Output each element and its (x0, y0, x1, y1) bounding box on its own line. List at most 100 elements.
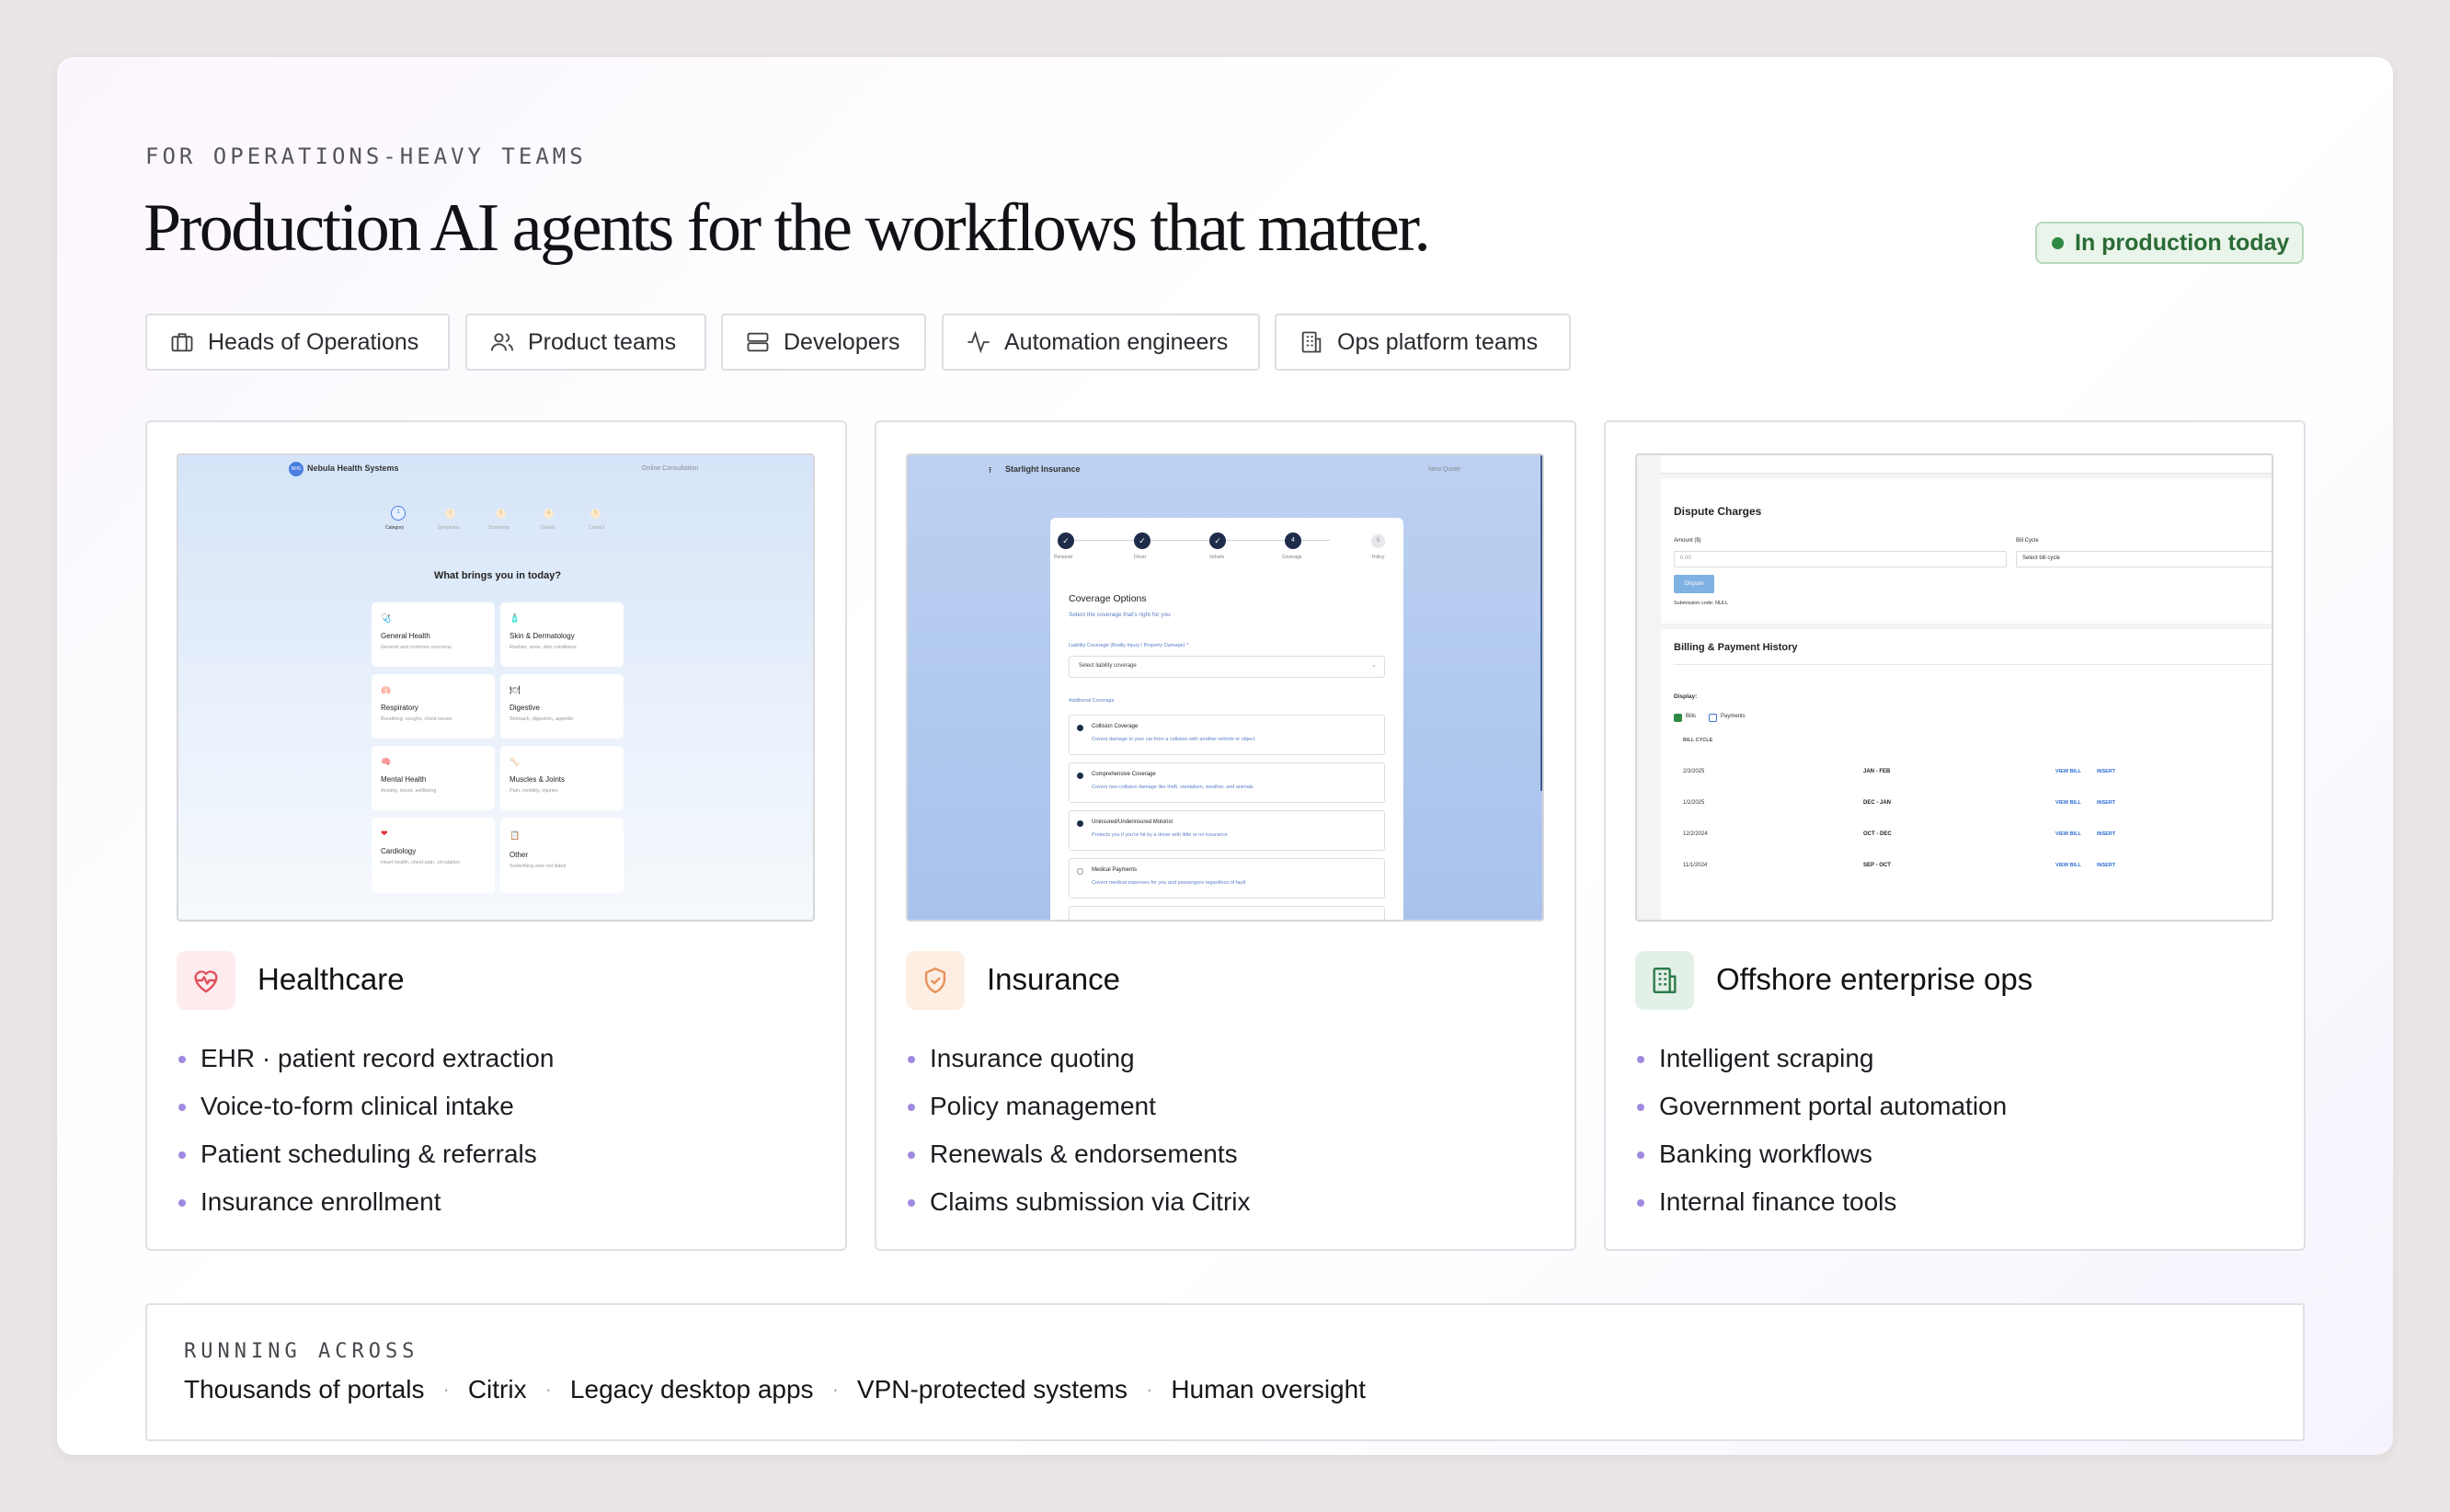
page-title: Production AI agents for the workflows t… (143, 190, 1431, 266)
card-title: Offshore enterprise ops (1716, 962, 2033, 996)
step-label: Coverage (1282, 555, 1302, 560)
row-date: 12/2/2024 (1683, 831, 1708, 837)
coverage-option[interactable]: Uninsured/Underinsured Motorist Protects… (1069, 810, 1385, 851)
payments-checkbox[interactable] (1709, 714, 1717, 722)
audience-chip-product-teams[interactable]: Product teams (465, 314, 706, 371)
option-tile[interactable]: 🩺 General Health General and common conc… (372, 602, 495, 667)
running-across-label: RUNNING ACROSS (184, 1340, 419, 1363)
check-icon: ✓ (1058, 533, 1074, 549)
step-circle: 1 (391, 506, 406, 521)
step-label: Details (541, 525, 555, 531)
insert-link[interactable]: INSERT (2097, 831, 2115, 837)
billing-history-panel: Billing & Payment History Display: Bills… (1661, 629, 2272, 920)
dispute-button[interactable]: Dispute (1674, 575, 1714, 593)
coverage-option[interactable]: Medical Payments Covers medical expenses… (1069, 858, 1385, 899)
card-offshore-enterprise-ops[interactable]: Dispute Charges Amount ($) 0.00 Bill Cyc… (1604, 420, 2306, 1251)
list-item: Intelligent scraping (1637, 1039, 2007, 1087)
step-circle: 4 (1285, 533, 1301, 549)
status-badge-label: In production today (2075, 229, 2290, 256)
option-title: Digestive (509, 704, 540, 712)
option-tile[interactable]: ❤ Cardiology Heart health, chest pain, c… (372, 818, 495, 893)
office-building-icon (1653, 968, 1677, 993)
option-tile[interactable]: 🫁 Respiratory Breathing, coughs, chest i… (372, 674, 495, 739)
view-bill-link[interactable]: VIEW BILL (2055, 769, 2081, 774)
display-label: Display: (1674, 693, 1698, 700)
checkbox-checked[interactable] (1077, 773, 1083, 779)
coverage-option[interactable]: Comprehensive Coverage Covers non-collis… (1069, 762, 1385, 803)
checkbox-unchecked[interactable] (1077, 868, 1083, 875)
checkbox-checked[interactable] (1077, 725, 1083, 731)
separator: · (544, 1378, 552, 1401)
audience-chip-label: Heads of Operations (208, 328, 419, 355)
offshore-screenshot: Dispute Charges Amount ($) 0.00 Bill Cyc… (1635, 453, 2273, 922)
continue-button[interactable] (561, 920, 616, 922)
option-tile[interactable]: 🧠 Mental Health Anxiety, mood, wellbeing (372, 746, 495, 810)
option-desc: Heart health, chest pain, circulation (381, 860, 460, 865)
scrollbar[interactable] (1540, 455, 1542, 791)
option-title: Other (509, 851, 529, 859)
brand-logo: NHS (289, 462, 303, 476)
liability-select[interactable]: Select liability coverage ⌄ (1069, 656, 1385, 678)
option-tile[interactable]: 📋 Other Something else not listed (500, 818, 624, 893)
card-insurance[interactable]: ⭱ Starlight Insurance New Quote ✓ ✓ ✓ 4 … (875, 420, 1576, 1251)
card-healthcare[interactable]: NHS Nebula Health Systems Online Consult… (145, 420, 847, 1251)
table-row: 12/2/2024 OCT - DEC VIEW BILL INSERT (1674, 819, 2272, 850)
view-bill-link[interactable]: VIEW BILL (2055, 800, 2081, 806)
option-title: Comprehensive Coverage (1092, 772, 1156, 777)
checkbox-checked[interactable] (1077, 820, 1083, 827)
insert-link[interactable]: INSERT (2097, 800, 2115, 806)
option-desc: Covers damage to your car from a collisi… (1092, 737, 1255, 742)
building-icon (1301, 331, 1322, 353)
option-desc: Breathing, coughs, chest issues (381, 716, 452, 722)
food-icon: 🍽 (509, 685, 521, 694)
nav-link[interactable]: New Quote (1428, 466, 1460, 473)
list-item: Insurance quoting (908, 1039, 1251, 1087)
amount-input[interactable]: 0.00 (1674, 551, 2007, 567)
upload-icon: ⭱ (989, 465, 992, 475)
option-desc: Rashes, acne, skin conditions (509, 645, 577, 650)
audience-chip-ops-platform-teams[interactable]: Ops platform teams (1275, 314, 1571, 371)
nav-link[interactable]: Online Consultation (642, 465, 698, 472)
column-header: BILL CYCLE (1683, 738, 1713, 743)
option-tile[interactable]: 🦴 Muscles & Joints Pain, mobility, injur… (500, 746, 624, 810)
capability-list: Insurance quoting Policy management Rene… (908, 1039, 1251, 1231)
healthcare-icon-tile (177, 951, 235, 1010)
bills-checkbox[interactable] (1674, 714, 1682, 722)
view-bill-link[interactable]: VIEW BILL (2055, 831, 2081, 837)
offshore-icon-tile (1635, 951, 1694, 1010)
amount-placeholder: 0.00 (1680, 556, 1691, 561)
row-date: 11/1/2024 (1683, 863, 1708, 868)
cycle-select[interactable]: Select bill cycle (2016, 551, 2272, 567)
option-tile[interactable]: 🍽 Digestive Stomach, digestion, appetite (500, 674, 624, 739)
platform-item: Thousands of portals (184, 1375, 425, 1403)
option-tile[interactable]: 🧴 Skin & Dermatology Rashes, acne, skin … (500, 602, 624, 667)
insert-link[interactable]: INSERT (2097, 863, 2115, 868)
step-circle: 5 (590, 509, 601, 519)
option-desc: Stomach, digestion, appetite (509, 716, 574, 722)
platform-item: VPN-protected systems (856, 1375, 1128, 1403)
step-label: Driver (1134, 555, 1147, 560)
list-item: Claims submission via Citrix (908, 1183, 1251, 1231)
option-title: Respiratory (381, 704, 418, 712)
audience-chip-automation-engineers[interactable]: Automation engineers (942, 314, 1260, 371)
server-icon (747, 332, 769, 352)
step-label: Symptoms (438, 525, 460, 531)
chevron-down-icon: ⌄ (1371, 662, 1377, 669)
step-label: Personal (1054, 555, 1072, 560)
insert-link[interactable]: INSERT (2097, 769, 2115, 774)
step-circle: 3 (496, 509, 506, 519)
coverage-option[interactable] (1069, 906, 1385, 920)
brand-name: Nebula Health Systems (307, 464, 399, 473)
list-item: Renewals & endorsements (908, 1135, 1251, 1183)
divider (1674, 664, 2272, 665)
platform-list: Thousands of portals · Citrix · Legacy d… (184, 1375, 1366, 1404)
lungs-icon: 🫁 (381, 685, 392, 694)
row-date: 2/3/2025 (1683, 769, 1705, 774)
audience-chip-developers[interactable]: Developers (721, 314, 926, 371)
list-item: Banking workflows (1637, 1135, 2007, 1183)
view-bill-link[interactable]: VIEW BILL (2055, 863, 2081, 868)
coverage-option[interactable]: Collision Coverage Covers damage to your… (1069, 715, 1385, 755)
audience-chip-heads-of-operations[interactable]: Heads of Operations (145, 314, 450, 371)
capability-list: EHR · patient record extraction Voice-to… (178, 1039, 554, 1231)
additional-label: Additional Coverage (1069, 698, 1115, 704)
